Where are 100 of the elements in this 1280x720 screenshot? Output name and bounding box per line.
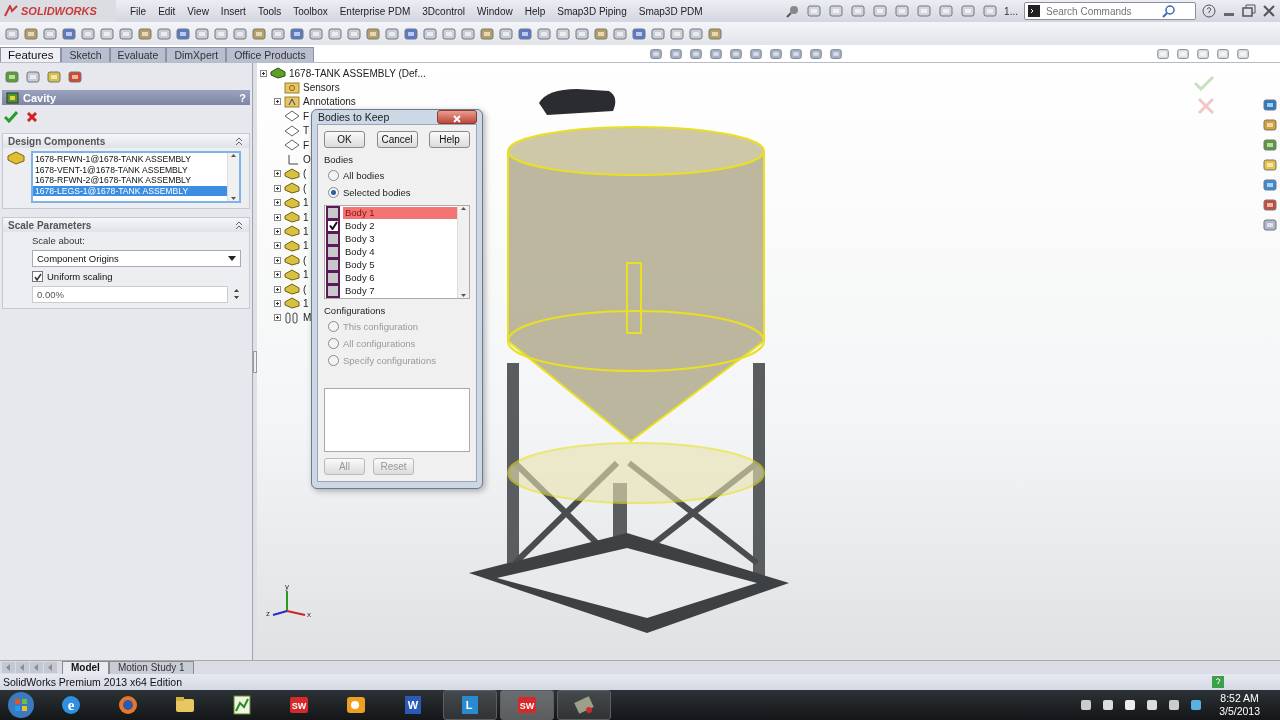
toolbar-icon[interactable] [118, 25, 134, 42]
property-icon[interactable] [24, 69, 42, 85]
collapse-icon[interactable] [234, 220, 244, 230]
toolbar-icon[interactable] [137, 25, 153, 42]
pin-icon[interactable] [786, 4, 801, 18]
view-palette-icon[interactable] [1262, 177, 1278, 193]
scrollbar[interactable] [457, 206, 469, 298]
command-tab[interactable]: Features [0, 47, 62, 62]
toolbar-icon[interactable] [517, 25, 533, 42]
menu-item[interactable]: Edit [152, 5, 182, 17]
toolbar-icon[interactable] [593, 25, 609, 42]
menu-item[interactable]: Tools [251, 5, 288, 17]
tree-item[interactable]: ( [303, 254, 307, 266]
expand-icon[interactable] [274, 213, 281, 221]
toolbar-icon[interactable] [479, 25, 495, 42]
start-button[interactable] [6, 691, 36, 719]
toolbar-icon[interactable] [460, 25, 476, 42]
dialog-button[interactable]: Help [429, 131, 470, 148]
toolbar-icon[interactable] [61, 25, 77, 42]
toolbar-icon[interactable] [384, 25, 400, 42]
toolbar-icon[interactable] [894, 3, 911, 19]
toolbar-icon[interactable] [251, 25, 267, 42]
tree-root[interactable]: 1678-TANK ASSEMBLY (Def... [289, 67, 426, 79]
search-field[interactable]: Search Commands [1044, 4, 1158, 18]
help-icon[interactable] [1202, 4, 1216, 18]
expand-icon[interactable] [274, 271, 281, 279]
tree-item[interactable]: ( [303, 182, 307, 194]
toolbar-icon[interactable] [536, 25, 552, 42]
menu-item[interactable]: Insert [214, 5, 252, 17]
toolbar-icon[interactable] [938, 3, 955, 19]
tree-item[interactable]: 1 [303, 226, 309, 237]
volume-icon[interactable] [1145, 698, 1160, 712]
explorer-icon[interactable] [1262, 137, 1278, 153]
toolbar-icon[interactable] [960, 3, 977, 19]
toolbar-icon[interactable] [156, 25, 172, 42]
toolbar-icon[interactable] [346, 25, 362, 42]
menu-item[interactable]: Smap3D PDM [632, 5, 709, 17]
toolbar-icon[interactable] [916, 3, 933, 19]
toolbar-icon[interactable] [441, 25, 457, 42]
toolbar-icon[interactable] [308, 25, 324, 42]
expand-icon[interactable] [260, 69, 267, 77]
toolbar-icon[interactable] [194, 25, 210, 42]
radio-button[interactable] [328, 186, 339, 198]
flag-icon[interactable] [1123, 698, 1138, 712]
scroll-up-icon[interactable] [230, 153, 237, 158]
recent-files[interactable]: 1... [1004, 5, 1018, 17]
taskbar-button[interactable]: L [443, 690, 497, 720]
toolbar-icon[interactable] [872, 3, 889, 19]
list-item[interactable]: Body 3 [343, 232, 457, 245]
menu-item[interactable]: Window [471, 5, 519, 17]
tree-item[interactable]: 1 [303, 240, 309, 252]
body-list[interactable]: Body 1 Body 2 Body 3 Body 4 Body 5 Body 6 Body 7 [324, 205, 470, 299]
scroll-down-icon[interactable] [460, 293, 467, 298]
toolbar-icon[interactable] [422, 25, 438, 42]
component-list[interactable]: 1678-RFWN-1@1678-TANK ASSEMBLY 1678-VENT-1@1678-TANK ASSEMBLY 1678-RFWN-2@1678-TANK ASSEMBLY 1678-LEGS-1@1678-TANK ASSEMBLY [31, 151, 241, 203]
home-icon[interactable] [1262, 97, 1278, 113]
bottom-tab[interactable]: Motion Study 1 [108, 660, 194, 675]
network-icon[interactable] [1101, 698, 1116, 712]
appearance-icon[interactable] [1262, 197, 1278, 213]
clock-date[interactable]: 3/5/2013 [1219, 705, 1260, 718]
menu-item[interactable]: Toolbox [287, 5, 334, 17]
configuration-icon[interactable] [45, 69, 63, 85]
expand-icon[interactable] [274, 228, 281, 235]
toolbar-icon[interactable] [80, 25, 96, 42]
tree-item[interactable]: T [303, 125, 310, 137]
library-icon[interactable] [1262, 117, 1278, 133]
feature-tree-icon[interactable] [3, 69, 21, 85]
taskbar-button[interactable]: SW [500, 690, 554, 720]
menu-item[interactable]: View [181, 5, 215, 17]
scale-value-field[interactable]: 0.00% [32, 286, 228, 303]
tree-item[interactable]: Annotations [303, 96, 356, 108]
toolbar-icon[interactable] [612, 25, 628, 42]
toolbar-icon[interactable] [555, 25, 571, 42]
taskbar-button[interactable]: W [386, 690, 440, 720]
command-tab[interactable]: Evaluate [109, 47, 167, 62]
toolbar-icon[interactable] [806, 3, 823, 19]
toolbar-icon[interactable] [707, 25, 723, 42]
toolbar-icon[interactable] [99, 25, 115, 42]
command-tab[interactable]: Office Products [226, 47, 314, 62]
close-button[interactable] [437, 110, 477, 124]
toolbar-icon[interactable] [828, 3, 845, 19]
toolbar-icon[interactable] [270, 25, 286, 42]
command-tab[interactable]: DimXpert [166, 47, 227, 62]
scrollbar[interactable] [227, 153, 239, 201]
search-icon[interactable] [1162, 4, 1176, 18]
list-item[interactable]: 1678-RFWN-2@1678-TANK ASSEMBLY [33, 175, 227, 186]
restore-icon[interactable] [1242, 4, 1256, 18]
radio-label[interactable]: All bodies [343, 169, 385, 181]
toolbar-icon[interactable] [213, 25, 229, 42]
tree-item[interactable]: 1 [303, 197, 309, 209]
clock-time[interactable]: 8:52 AM [1220, 692, 1259, 705]
scroll-up-icon[interactable] [460, 206, 467, 211]
dialog-button[interactable]: Cancel [376, 131, 418, 148]
tree-item[interactable]: O [303, 154, 311, 166]
menu-item[interactable]: Help [518, 5, 552, 17]
toolbar-icon[interactable] [4, 25, 20, 42]
toolbar-icon[interactable] [232, 25, 248, 42]
toolbar-icon[interactable] [669, 25, 685, 42]
appearance-icon[interactable] [66, 69, 84, 85]
radio-button[interactable] [328, 169, 339, 181]
